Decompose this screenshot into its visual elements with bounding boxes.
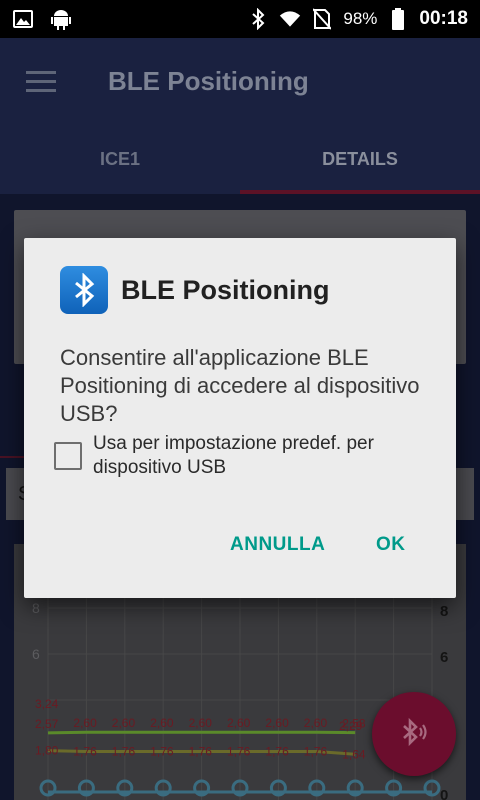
- data-label: 1,64: [342, 747, 366, 761]
- image-icon: [12, 8, 34, 30]
- battery-icon: [387, 8, 409, 30]
- hamburger-menu-icon[interactable]: [26, 70, 56, 92]
- y-tick-label: 6: [32, 646, 40, 662]
- data-label: 1,76: [73, 745, 97, 759]
- bluetooth-scan-button[interactable]: [372, 692, 456, 776]
- wifi-icon: [279, 8, 301, 30]
- y-tick-label-right: 6: [440, 649, 448, 666]
- y-tick-label-right: 0: [440, 787, 448, 800]
- bluetooth-icon: [60, 266, 108, 314]
- data-label: 2,60: [73, 716, 97, 730]
- data-label: 1,76: [265, 745, 289, 759]
- dialog-header: BLE Positioning: [60, 266, 330, 314]
- default-usb-checkbox[interactable]: [54, 442, 82, 470]
- bluetooth-icon: [247, 8, 269, 30]
- data-label: 1,76: [227, 745, 251, 759]
- data-label: 2,60: [189, 716, 213, 730]
- bluetooth-audio-icon: [397, 715, 431, 754]
- data-label: 2,57: [35, 717, 59, 731]
- ok-button[interactable]: OK: [376, 534, 406, 556]
- data-label: 1,80: [35, 744, 59, 758]
- app-title: BLE Positioning: [108, 65, 309, 96]
- data-label: 2,60: [227, 716, 251, 730]
- tab-bar: ICE1 DETAILS: [0, 124, 480, 194]
- status-bar: 98% 00:18: [0, 0, 480, 38]
- data-label: 1,76: [304, 745, 328, 759]
- y-tick-label: 8: [32, 600, 40, 616]
- checkbox-label: Usa per impostazione predef. per disposi…: [93, 433, 374, 478]
- battery-level: 98%: [343, 9, 378, 28]
- data-label: 1,76: [189, 745, 213, 759]
- series-line: [47, 730, 356, 735]
- data-label: 2,60: [150, 716, 174, 730]
- y-tick-label-right: 8: [440, 603, 448, 620]
- no-sim-icon: [311, 8, 333, 30]
- cancel-button[interactable]: ANNULLA: [230, 534, 325, 556]
- data-label: 1,76: [150, 745, 174, 759]
- data-label: 1,76: [112, 745, 136, 759]
- default-usb-checkbox-row[interactable]: Usa per impostazione predef. per disposi…: [54, 432, 423, 480]
- data-label: 2,60: [304, 716, 328, 730]
- android-icon: [50, 8, 72, 30]
- data-label: 3,24: [35, 697, 59, 711]
- app-bar: BLE Positioning: [0, 38, 480, 124]
- data-label: 2,29: [339, 719, 363, 733]
- dialog-title: BLE Positioning: [121, 274, 330, 305]
- tab-details[interactable]: DETAILS: [240, 124, 480, 194]
- clock: 00:18: [419, 8, 468, 29]
- tab-ice1[interactable]: ICE1: [0, 124, 240, 194]
- usb-permission-dialog: BLE Positioning Consentire all'applicazi…: [24, 238, 456, 598]
- data-label: 2,60: [112, 716, 136, 730]
- data-label: 2,60: [265, 716, 289, 730]
- dialog-message: Consentire all'applicazione BLE Position…: [60, 345, 420, 426]
